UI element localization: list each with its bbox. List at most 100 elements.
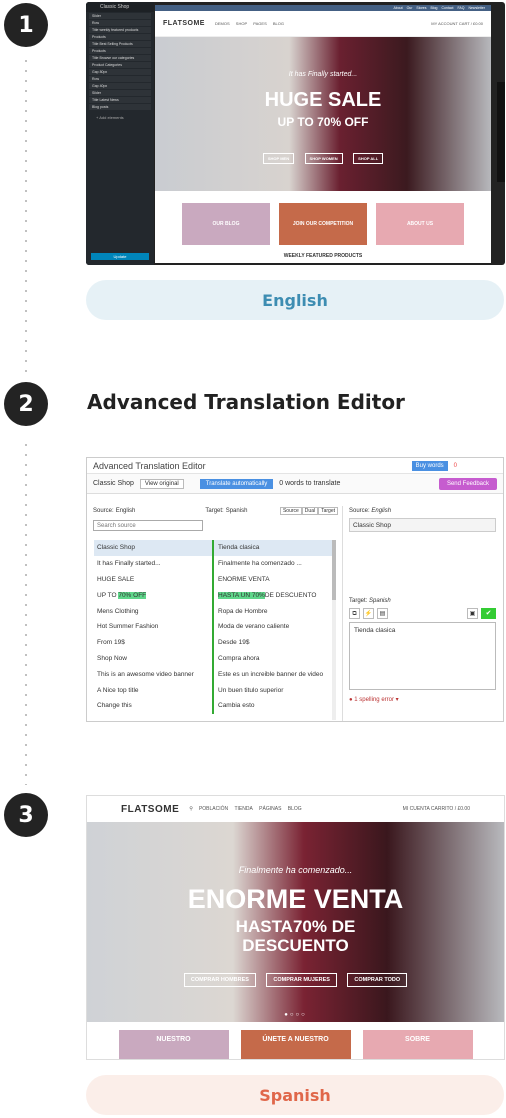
target-label: Target:	[205, 508, 224, 514]
target-language: Spanish	[369, 598, 391, 604]
book-icon[interactable]: ▤	[377, 608, 388, 619]
site-logo[interactable]: FLATSOME	[121, 804, 179, 815]
target-textarea[interactable]: Tienda clasica	[349, 622, 496, 690]
hero-subtitle: It has Finally started...	[288, 71, 358, 78]
nav-item[interactable]: POBLACIÓN	[199, 806, 228, 812]
sidebar-row[interactable]: Title weekly featured products	[89, 27, 151, 33]
add-elements-button[interactable]: + Add elements	[86, 111, 154, 124]
section-heading: Advanced Translation Editor	[87, 390, 405, 414]
search-icon[interactable]: ⚲	[189, 806, 193, 812]
sidebar-row[interactable]: Row	[89, 20, 151, 26]
shop-all-button[interactable]: COMPRAR TODO	[347, 973, 408, 987]
editor-title: Advanced Translation Editor	[93, 460, 206, 471]
segment-row[interactable]: From 19$ Desde 19$	[94, 634, 332, 651]
sidebar-row[interactable]: Slider	[89, 13, 151, 19]
sidebar-row[interactable]: Gap 40px	[89, 83, 151, 89]
source-text: Classic Shop	[349, 518, 496, 532]
right-toolbar[interactable]	[497, 82, 505, 182]
cart-count[interactable]: 0	[454, 463, 457, 469]
shop-men-button[interactable]: SHOP MEN	[262, 153, 295, 164]
translate-automatically-button[interactable]: Translate automatically	[199, 478, 274, 489]
site-header: FLATSOME DEMOS SHOP PAGES BLOG MY ACCOUN…	[155, 11, 491, 37]
shop-all-button[interactable]: SHOP ALL	[353, 153, 384, 164]
step-badge-3: 3	[4, 793, 48, 837]
source-language: English	[371, 508, 392, 514]
lightning-icon[interactable]: ⚡	[363, 608, 374, 619]
target-toolbar: ⧉ ⚡ ▤ ▣ ✔	[349, 608, 496, 619]
nav-item[interactable]: BLOG	[288, 806, 302, 812]
shop-women-button[interactable]: SHOP WOMEN	[304, 153, 343, 164]
nav-item[interactable]: DEMOS	[215, 21, 230, 26]
site-header: FLATSOME ⚲ POBLACIÓN TIENDA PÁGINAS BLOG…	[87, 796, 504, 822]
hero-offer: HASTA70% DE DESCUENTO	[235, 917, 356, 955]
confirm-icon[interactable]: ✔	[481, 608, 496, 619]
editor-header: Advanced Translation Editor Buy words 0	[87, 458, 503, 474]
promo-tile[interactable]: NUESTRO	[118, 1030, 229, 1059]
timeline-dots	[25, 56, 27, 376]
promo-tile[interactable]: SOBRE	[362, 1030, 473, 1059]
site-logo[interactable]: FLATSOME	[163, 20, 205, 27]
segment-row[interactable]: Shop Now Compra ahora	[94, 650, 332, 667]
segment-scrollbar[interactable]	[332, 540, 336, 720]
buy-words-button[interactable]: Buy words	[411, 460, 448, 471]
sidebar-row[interactable]: Row	[89, 76, 151, 82]
spelling-error-count[interactable]: ● 1 spelling error ▾	[349, 696, 496, 703]
sidebar-row[interactable]: Title Latest News	[89, 97, 151, 103]
segment-row[interactable]: Classic Shop Tienda clasica	[94, 540, 332, 556]
search-input[interactable]: Search source	[93, 520, 203, 531]
hero-banner: It has Finally started... HUGE SALE UP T…	[155, 37, 491, 191]
segment-table: Classic Shop Tienda clasica It has Finall…	[94, 540, 332, 714]
shop-women-button[interactable]: COMPRAR MUJERES	[266, 973, 337, 987]
segment-row[interactable]: UP TO 70% OFF HASTA UN 70% DE DESCUENTO	[94, 587, 332, 604]
shop-men-button[interactable]: COMPRAR HOMBRES	[183, 973, 256, 987]
nav-item[interactable]: PÁGINAS	[259, 806, 281, 812]
sidebar-row[interactable]: Gap 80px	[89, 69, 151, 75]
hero-subtitle: Finalmente ha comenzado...	[238, 865, 353, 875]
account-cart[interactable]: MY ACCOUNT CART / £0.00	[431, 21, 483, 26]
promo-tile[interactable]: JOIN OUR COMPETITION	[279, 203, 367, 245]
view-original-button[interactable]: View original	[139, 478, 184, 489]
segment-row[interactable]: This is an awesome video banner Este es u…	[94, 666, 332, 683]
sidebar-row[interactable]: Products	[89, 34, 151, 40]
segment-row[interactable]: HUGE SALE ENORME VENTA	[94, 571, 332, 588]
send-feedback-button[interactable]: Send Feedback	[438, 477, 497, 490]
segment-row[interactable]: Mens Clothing Ropa de Hombre	[94, 603, 332, 619]
hero-buttons: COMPRAR HOMBRES COMPRAR MUJERES COMPRAR …	[87, 968, 504, 987]
nav-item[interactable]: SHOP	[236, 21, 247, 26]
hero-title: ENORME VENTA	[187, 884, 404, 914]
segment-row[interactable]: It has Finally started... Finalmente ha c…	[94, 555, 332, 572]
segment-detail-panel: Source: English Classic Shop Target: Spa…	[342, 506, 502, 721]
nav-item[interactable]: TIENDA	[234, 806, 252, 812]
segment-row[interactable]: A Nice top title Un buen titulo superior	[94, 682, 332, 698]
promo-tile[interactable]: ABOUT US	[376, 203, 464, 245]
nav-item[interactable]: PAGES	[253, 21, 267, 26]
nav-item[interactable]: BLOG	[273, 21, 284, 26]
step-badge-1: 1	[4, 3, 48, 47]
source-label: Source:	[349, 508, 370, 514]
promo-tile[interactable]: ÚNETE A NUESTRO	[240, 1030, 351, 1059]
promo-tile[interactable]: OUR BLOG	[182, 203, 270, 245]
mode-dual[interactable]: Dual	[301, 507, 319, 515]
slider-dots[interactable]: ●○○○	[87, 1012, 504, 1018]
language-header: Source: English Target: Spanish Source D…	[93, 506, 338, 531]
section-title: WEEKLY FEATURED PRODUCTS	[283, 253, 363, 259]
segment-row[interactable]: Hot Summer Fashion Moda de verano calient…	[94, 618, 332, 635]
sidebar-row[interactable]: Blog posts	[89, 104, 151, 110]
mode-target[interactable]: Target	[318, 507, 338, 515]
sidebar-row[interactable]: Products	[89, 48, 151, 54]
account-cart[interactable]: MI CUENTA CARRITO / £0.00	[403, 806, 470, 812]
update-button[interactable]: Update	[91, 253, 149, 260]
translation-editor-screenshot: Advanced Translation Editor Buy words 0 …	[86, 457, 504, 722]
copy-icon[interactable]: ⧉	[349, 608, 360, 619]
sidebar-title: Classic Shop	[86, 2, 154, 12]
segment-row[interactable]: Change this Cambia esto	[94, 697, 332, 714]
sidebar-row[interactable]: Title Browse our categories	[89, 55, 151, 61]
sidebar-row[interactable]: Slider	[89, 90, 151, 96]
target-language: Spanish	[225, 508, 248, 514]
sidebar-row[interactable]: Title Best Selling Products	[89, 41, 151, 47]
sidebar-row[interactable]: Product Categories	[89, 62, 151, 68]
mode-source[interactable]: Source	[279, 507, 302, 515]
save-icon[interactable]: ▣	[467, 608, 478, 619]
words-to-translate: 0 words to translate	[279, 480, 341, 487]
source-language: English	[115, 508, 136, 514]
